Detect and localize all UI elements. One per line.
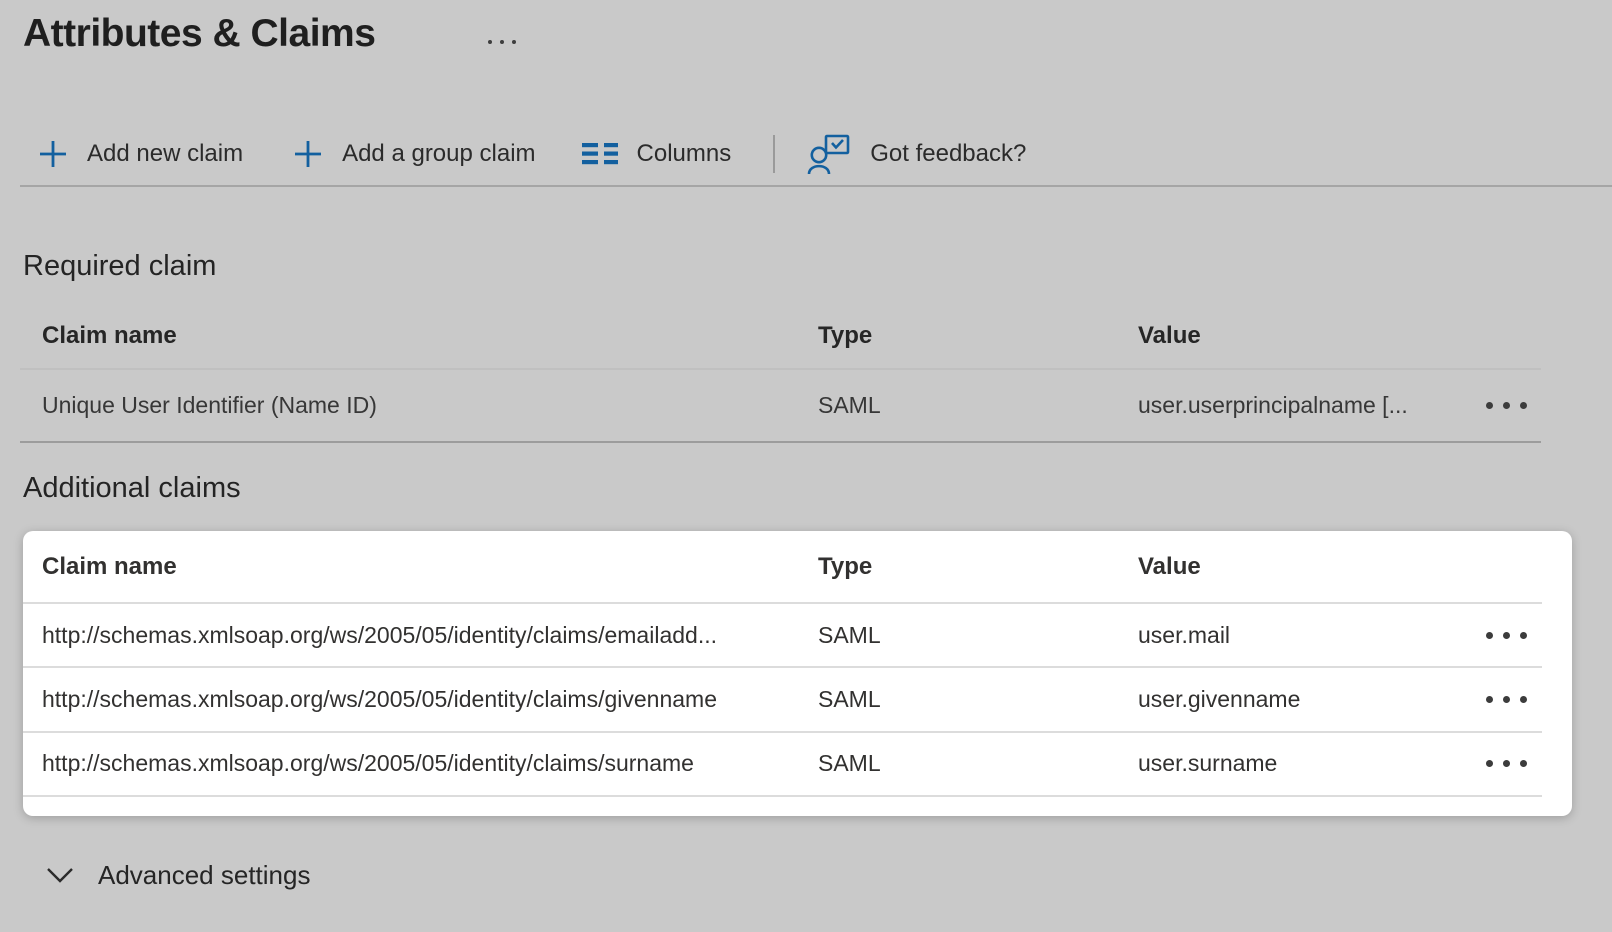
ellipsis-icon: [1520, 696, 1527, 703]
row-menu-button[interactable]: [1486, 667, 1527, 731]
table-divider: [20, 441, 1541, 443]
column-header-value: Value: [1138, 531, 1201, 603]
ellipsis-icon: [500, 40, 504, 44]
toolbar-divider: [773, 135, 775, 173]
column-header-type: Type: [818, 531, 872, 603]
ellipsis-icon: [1503, 402, 1510, 409]
got-feedback-button[interactable]: Got feedback?: [807, 131, 1026, 177]
columns-icon: [582, 141, 618, 167]
ellipsis-icon: [1486, 696, 1493, 703]
claim-value-cell: user.mail: [1138, 603, 1230, 667]
additional-claims-table-header: Claim name Type Value: [23, 531, 1542, 603]
command-bar: Add new claim Add a group claim Columns: [0, 131, 1612, 177]
feedback-person-icon: [807, 133, 851, 175]
ellipsis-icon: [1486, 760, 1493, 767]
ellipsis-icon: [1520, 402, 1527, 409]
claim-type-cell: SAML: [818, 731, 881, 795]
plus-icon: [293, 139, 323, 169]
additional-claims-table: Claim name Type Value http://schemas.xml…: [23, 531, 1572, 816]
required-claim-row[interactable]: Unique User Identifier (Name ID) SAML us…: [20, 370, 1541, 441]
add-new-claim-label: Add new claim: [87, 140, 243, 168]
claim-row-givenname[interactable]: http://schemas.xmlsoap.org/ws/2005/05/id…: [23, 667, 1542, 731]
ellipsis-icon: [488, 40, 492, 44]
column-header-value: Value: [1138, 316, 1201, 356]
claim-value-cell: user.userprincipalname [...: [1138, 370, 1408, 441]
columns-label: Columns: [637, 140, 732, 168]
ellipsis-icon: [1486, 632, 1493, 639]
plus-icon: [38, 139, 68, 169]
ellipsis-icon: [1503, 696, 1510, 703]
claim-row-emailaddress[interactable]: http://schemas.xmlsoap.org/ws/2005/05/id…: [23, 603, 1542, 667]
claim-name-cell[interactable]: http://schemas.xmlsoap.org/ws/2005/05/id…: [42, 667, 717, 731]
row-menu-button[interactable]: [1486, 603, 1527, 667]
advanced-settings-label: Advanced settings: [98, 860, 310, 891]
claim-name-cell[interactable]: http://schemas.xmlsoap.org/ws/2005/05/id…: [42, 731, 694, 795]
ellipsis-icon: [1520, 632, 1527, 639]
add-group-claim-label: Add a group claim: [342, 140, 535, 168]
ellipsis-icon: [1503, 632, 1510, 639]
claim-value-cell: user.givenname: [1138, 667, 1300, 731]
ellipsis-icon: [1520, 760, 1527, 767]
additional-claims-heading: Additional claims: [23, 472, 241, 505]
column-header-claim-name: Claim name: [42, 531, 177, 603]
columns-button[interactable]: Columns: [582, 131, 732, 177]
page-title: Attributes & Claims: [23, 12, 375, 56]
claim-type-cell: SAML: [818, 603, 881, 667]
add-new-claim-button[interactable]: Add new claim: [38, 131, 243, 177]
ellipsis-icon: [512, 40, 516, 44]
column-header-claim-name: Claim name: [42, 316, 177, 356]
row-menu-button[interactable]: [1486, 370, 1527, 441]
claim-type-cell: SAML: [818, 667, 881, 731]
chevron-down-icon: [46, 867, 74, 884]
claim-name-cell[interactable]: Unique User Identifier (Name ID): [42, 370, 377, 441]
got-feedback-label: Got feedback?: [870, 140, 1026, 168]
table-divider: [23, 795, 1542, 797]
ellipsis-icon: [1503, 760, 1510, 767]
add-group-claim-button[interactable]: Add a group claim: [293, 131, 535, 177]
claim-name-cell[interactable]: http://schemas.xmlsoap.org/ws/2005/05/id…: [42, 603, 717, 667]
advanced-settings-expander[interactable]: Advanced settings: [34, 850, 322, 900]
claim-row-surname[interactable]: http://schemas.xmlsoap.org/ws/2005/05/id…: [23, 731, 1542, 795]
required-claim-heading: Required claim: [23, 250, 216, 283]
toolbar-rule: [20, 185, 1612, 187]
ellipsis-icon: [1486, 402, 1493, 409]
required-claim-table-header: Claim name Type Value: [20, 316, 1541, 356]
claim-value-cell: user.surname: [1138, 731, 1277, 795]
page-more-options-button[interactable]: [484, 36, 520, 48]
column-header-type: Type: [818, 316, 872, 356]
row-menu-button[interactable]: [1486, 731, 1527, 795]
claim-type-cell: SAML: [818, 370, 881, 441]
